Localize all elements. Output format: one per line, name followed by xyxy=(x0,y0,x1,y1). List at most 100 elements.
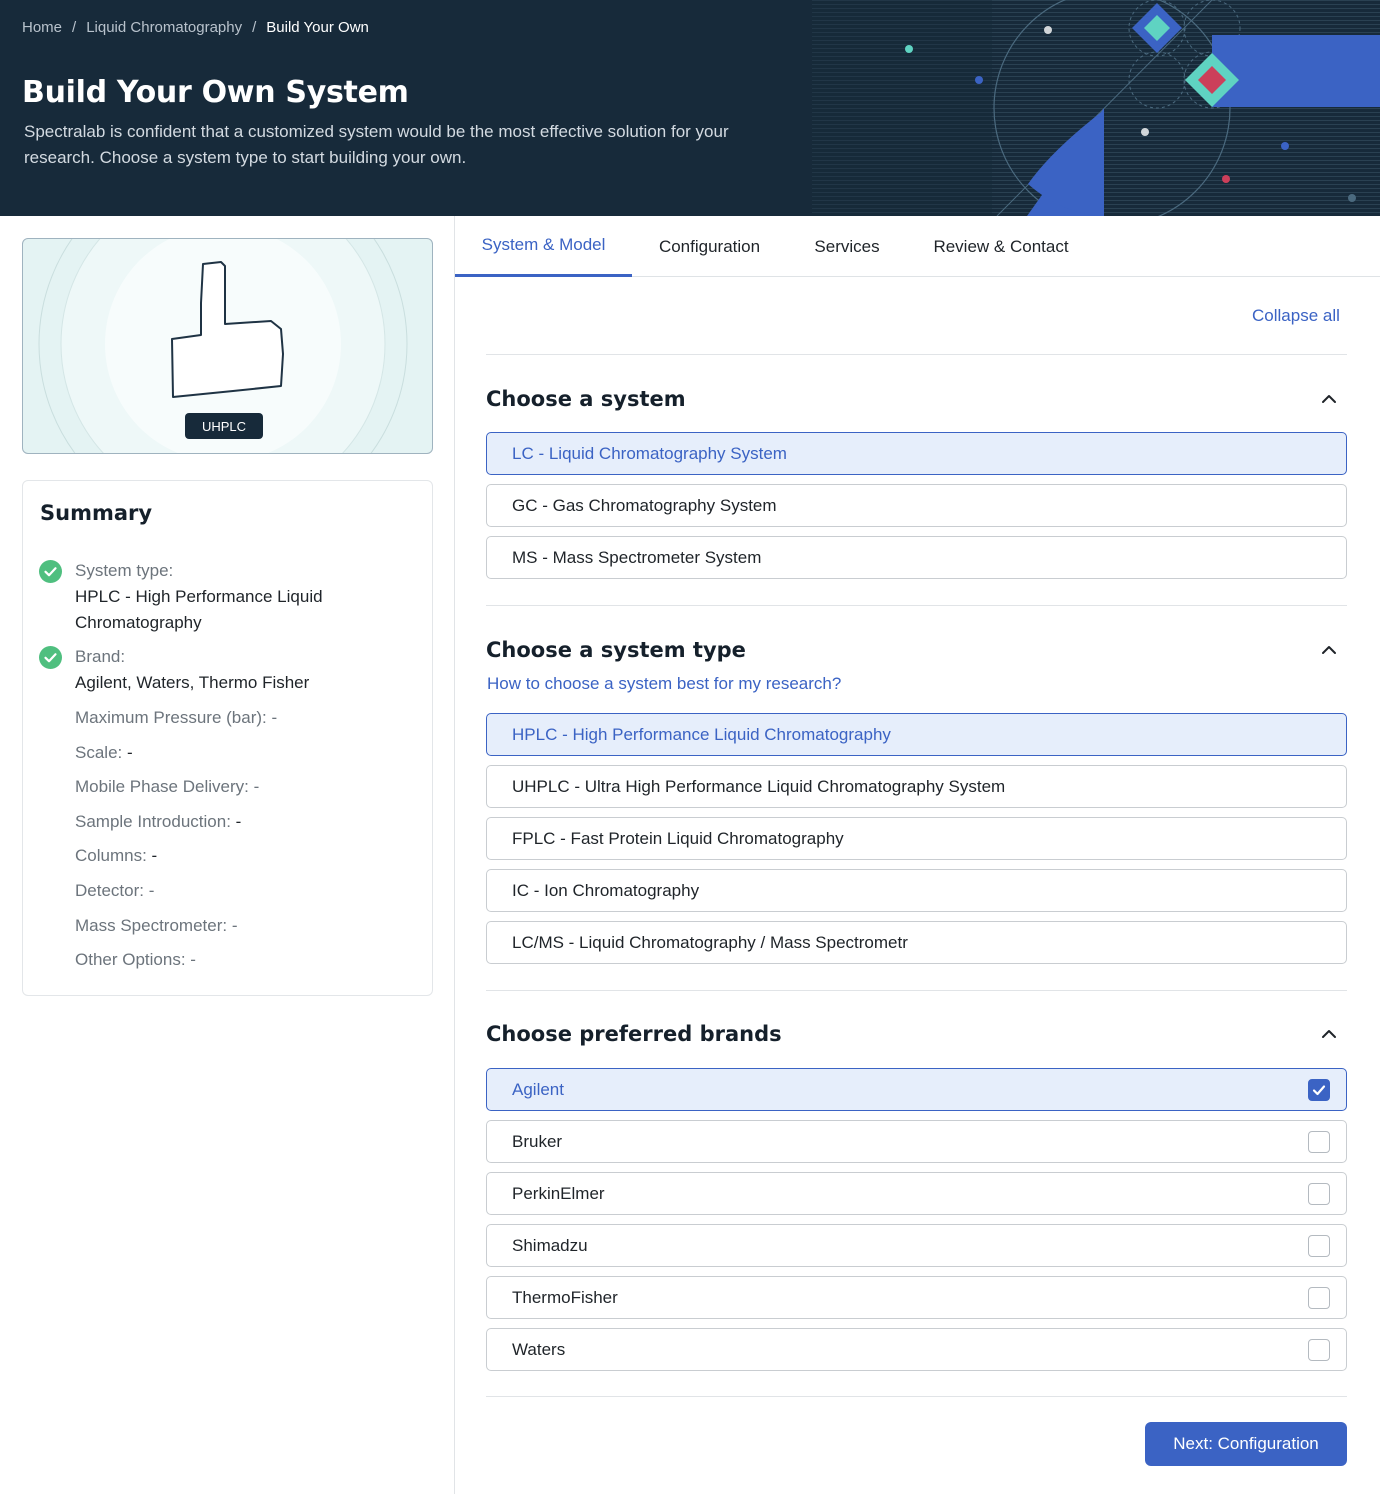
summary-scale: Scale: - xyxy=(75,740,133,766)
option-label: Bruker xyxy=(512,1131,563,1151)
checkbox[interactable] xyxy=(1308,1287,1330,1309)
summary-scale-label: Scale: xyxy=(75,743,123,762)
summary-mass-spec: Mass Spectrometer: - xyxy=(75,913,238,939)
summary-title: Summary xyxy=(40,501,153,525)
system-option-ms[interactable]: MS - Mass Spectrometer System xyxy=(486,536,1347,579)
chevron-up-icon[interactable] xyxy=(1318,388,1340,410)
option-label: IC - Ion Chromatography xyxy=(512,880,700,900)
option-label: LC/MS - Liquid Chromatography / Mass Spe… xyxy=(512,932,908,952)
section-title-system: Choose a system xyxy=(486,387,686,411)
option-label: PerkinElmer xyxy=(512,1183,605,1203)
type-option-hplc[interactable]: HPLC - High Performance Liquid Chromatog… xyxy=(486,713,1347,756)
summary-system-type: System type: HPLC - High Performance Liq… xyxy=(75,558,375,636)
checkbox[interactable] xyxy=(1308,1131,1330,1153)
summary-sample-intro: Sample Introduction: - xyxy=(75,809,241,835)
brand-option-shimadzu[interactable]: Shimadzu xyxy=(486,1224,1347,1267)
type-option-ic[interactable]: IC - Ion Chromatography xyxy=(486,869,1347,912)
header-decorative-art xyxy=(812,0,1380,216)
chevron-up-icon[interactable] xyxy=(1318,639,1340,661)
summary-detector: Detector: - xyxy=(75,878,154,904)
tab-review-contact[interactable]: Review & Contact xyxy=(907,216,1095,277)
section-divider xyxy=(486,990,1347,991)
type-option-uhplc[interactable]: UHPLC - Ultra High Performance Liquid Ch… xyxy=(486,765,1347,808)
option-label: GC - Gas Chromatography System xyxy=(512,495,777,515)
system-option-gc[interactable]: GC - Gas Chromatography System xyxy=(486,484,1347,527)
section-divider xyxy=(486,354,1347,355)
chevron-up-icon[interactable] xyxy=(1318,1023,1340,1045)
summary-max-pressure: Maximum Pressure (bar): - xyxy=(75,705,277,731)
tab-configuration[interactable]: Configuration xyxy=(632,216,787,277)
option-label: UHPLC - Ultra High Performance Liquid Ch… xyxy=(512,776,1006,796)
system-preview-badge: UHPLC xyxy=(185,413,263,439)
page-title: Build Your Own System xyxy=(22,75,409,110)
page-header: Home / Liquid Chromatography / Build You… xyxy=(0,0,1380,216)
summary-mobile-phase-value: - xyxy=(253,777,260,796)
summary-panel: Summary System type: HPLC - High Perform… xyxy=(22,480,433,996)
summary-brand-label: Brand: xyxy=(75,647,126,666)
type-option-lcms[interactable]: LC/MS - Liquid Chromatography / Mass Spe… xyxy=(486,921,1347,964)
brand-option-waters[interactable]: Waters xyxy=(486,1328,1347,1371)
checkbox[interactable] xyxy=(1308,1183,1330,1205)
summary-other-options: Other Options: - xyxy=(75,947,196,973)
summary-brand-value: Agilent, Waters, Thermo Fisher xyxy=(75,673,310,692)
brand-option-thermofisher[interactable]: ThermoFisher xyxy=(486,1276,1347,1319)
summary-mass-spec-value: - xyxy=(231,916,238,935)
section-title-system-type: Choose a system type xyxy=(486,638,746,662)
breadcrumb-separator: / xyxy=(72,19,77,36)
summary-other-options-label: Other Options: xyxy=(75,950,186,969)
option-label: LC - Liquid Chromatography System xyxy=(512,443,787,463)
checkbox[interactable] xyxy=(1308,1235,1330,1257)
summary-sample-intro-value: - xyxy=(235,812,242,831)
summary-other-options-value: - xyxy=(190,950,196,969)
summary-system-type-value: HPLC - High Performance Liquid Chromatog… xyxy=(75,587,323,632)
option-label: ThermoFisher xyxy=(512,1287,618,1307)
collapse-all-link[interactable]: Collapse all xyxy=(1252,306,1340,326)
option-label: MS - Mass Spectrometer System xyxy=(512,547,762,567)
breadcrumb-current: Build Your Own xyxy=(266,19,369,36)
option-label: FPLC - Fast Protein Liquid Chromatograph… xyxy=(512,828,844,848)
summary-scale-value: - xyxy=(126,743,133,762)
summary-brand: Brand: Agilent, Waters, Thermo Fisher xyxy=(75,644,415,696)
brand-option-bruker[interactable]: Bruker xyxy=(486,1120,1347,1163)
tab-services[interactable]: Services xyxy=(787,216,907,277)
next-configuration-button[interactable]: Next: Configuration xyxy=(1145,1422,1347,1466)
brand-option-agilent[interactable]: Agilent xyxy=(486,1068,1347,1111)
type-option-fplc[interactable]: FPLC - Fast Protein Liquid Chromatograph… xyxy=(486,817,1347,860)
column-divider xyxy=(454,216,455,1494)
summary-system-type-label: System type: xyxy=(75,561,174,580)
check-circle-icon xyxy=(39,646,62,669)
section-divider xyxy=(486,1396,1347,1397)
breadcrumb-liquid-chromatography[interactable]: Liquid Chromatography xyxy=(86,19,242,36)
summary-sample-intro-label: Sample Introduction: xyxy=(75,812,231,831)
summary-detector-value: - xyxy=(148,881,155,900)
breadcrumb: Home / Liquid Chromatography / Build You… xyxy=(22,19,369,36)
summary-mass-spec-label: Mass Spectrometer: xyxy=(75,916,228,935)
brand-option-perkinelmer[interactable]: PerkinElmer xyxy=(486,1172,1347,1215)
checkbox[interactable] xyxy=(1308,1339,1330,1361)
tab-system-model[interactable]: System & Model xyxy=(455,216,632,277)
system-help-link[interactable]: How to choose a system best for my resea… xyxy=(487,674,841,694)
check-circle-icon xyxy=(39,560,62,583)
summary-mobile-phase-label: Mobile Phase Delivery: xyxy=(75,777,249,796)
section-divider xyxy=(486,605,1347,606)
option-label: Shimadzu xyxy=(512,1235,588,1255)
summary-columns-value: - xyxy=(151,846,158,865)
system-preview-card: UHPLC xyxy=(22,238,433,454)
breadcrumb-separator: / xyxy=(252,19,257,36)
checkbox[interactable] xyxy=(1308,1079,1330,1101)
checkmark-icon xyxy=(1312,1085,1326,1096)
summary-columns-label: Columns: xyxy=(75,846,147,865)
step-tabs: System & Model Configuration Services Re… xyxy=(455,216,1380,277)
option-label: Waters xyxy=(512,1339,566,1359)
section-title-brands: Choose preferred brands xyxy=(486,1022,782,1046)
summary-mobile-phase: Mobile Phase Delivery: - xyxy=(75,774,259,800)
breadcrumb-home[interactable]: Home xyxy=(22,19,62,36)
summary-detector-label: Detector: xyxy=(75,881,144,900)
option-label: HPLC - High Performance Liquid Chromatog… xyxy=(512,724,891,744)
option-label: Agilent xyxy=(512,1079,564,1099)
summary-max-pressure-label: Maximum Pressure (bar): xyxy=(75,708,267,727)
page-description: Spectralab is confident that a customize… xyxy=(24,122,729,167)
summary-max-pressure-value: - xyxy=(271,708,278,727)
system-option-lc[interactable]: LC - Liquid Chromatography System xyxy=(486,432,1347,475)
summary-columns: Columns: - xyxy=(75,843,157,869)
